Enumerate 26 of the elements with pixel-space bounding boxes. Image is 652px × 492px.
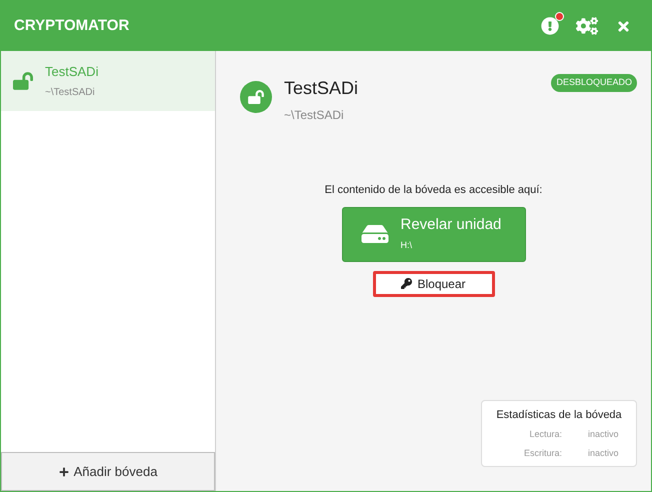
vault-path: ~\TestSADi (284, 107, 345, 124)
alert-icon (541, 17, 559, 35)
plus-icon (58, 466, 69, 476)
stat-label: Lectura: (528, 428, 562, 441)
stat-label: Escritura: (522, 446, 562, 460)
vault-path: ~\TestSADi (45, 86, 96, 100)
key-icon (401, 278, 412, 289)
window-title: CRYPTOMATOR (14, 16, 130, 36)
drive-letter: H:\ (400, 239, 412, 252)
vault-title: TestSADi (284, 77, 360, 100)
stats-title: Estadísticas de la bóveda (496, 408, 622, 422)
status-badge: DESBLOQUEADO (551, 74, 637, 92)
drive-icon (360, 222, 388, 246)
settings-icon (576, 16, 598, 36)
lock-button[interactable]: Bloquear (372, 270, 494, 296)
access-label: El contenido de la bóveda es accesible aquí: (324, 183, 542, 198)
add-vault-button[interactable]: Añadir bóveda (1, 452, 215, 491)
reveal-label: Revelar unidad (400, 215, 502, 236)
unlocked-icon (248, 90, 264, 104)
vault-name: TestSADi (45, 63, 98, 82)
stat-value: inactivo (588, 428, 619, 441)
settings-button[interactable] (576, 16, 598, 36)
stat-value: inactivo (588, 446, 619, 460)
close-button[interactable] (616, 18, 631, 34)
close-icon (616, 18, 631, 34)
unlocked-icon (13, 72, 33, 90)
